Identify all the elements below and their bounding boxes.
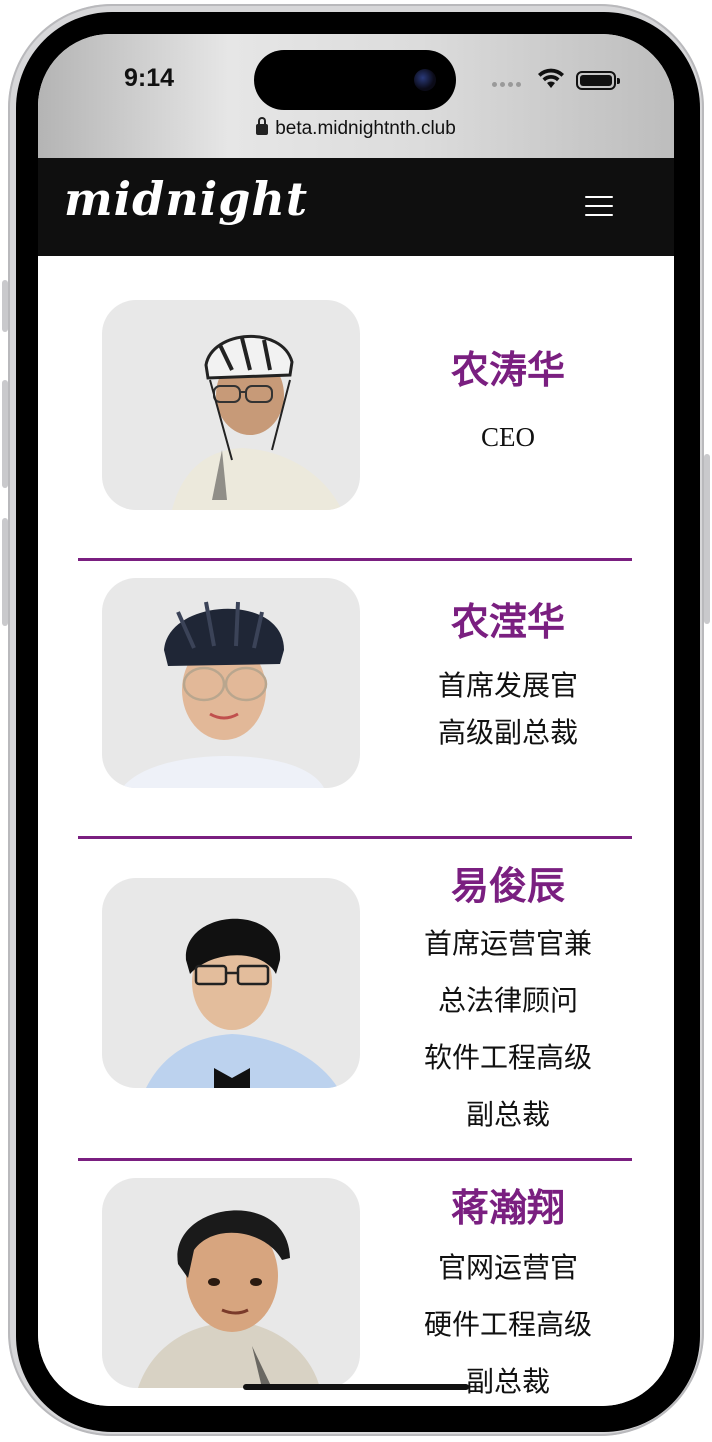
member-info: 蒋瀚翔 官网运营官 硬件工程高级 副总裁: [408, 1186, 608, 1403]
member-role: 总法律顾问: [437, 983, 578, 1017]
member-role: 首席运营官兼: [423, 926, 592, 960]
team-list: 农涛华 CEO 农滢华 首席发展官 高级副总裁 易俊辰 首席运营官兼 总法律顾问…: [38, 256, 674, 1406]
volume-down-button: [2, 518, 8, 626]
power-button: [704, 454, 710, 624]
silent-switch: [2, 280, 8, 332]
hamburger-menu-icon[interactable]: [585, 194, 613, 218]
member-role: 副总裁: [465, 1097, 550, 1131]
divider: [78, 836, 632, 839]
member-info: 易俊辰 首席运营官兼 总法律顾问 软件工程高级 副总裁: [408, 864, 608, 1136]
address-bar[interactable]: beta.midnightnth.club: [38, 117, 674, 140]
url-text: beta.midnightnth.club: [275, 118, 456, 139]
member-photo: [102, 300, 360, 510]
member-info: 农涛华 CEO: [408, 348, 608, 459]
volume-up-button: [2, 380, 8, 488]
member-name: 农涛华: [450, 348, 565, 392]
cellular-signal-icon: [492, 82, 521, 87]
wifi-icon: [538, 68, 564, 88]
member-photo: [102, 1178, 360, 1388]
phone-bezel: 9:14 beta.midnightnth.club midnight 农涛华 …: [16, 12, 700, 1432]
site-logo[interactable]: midnight: [64, 172, 308, 226]
divider: [78, 558, 632, 561]
member-photo: [102, 878, 360, 1088]
member-role: CEO: [481, 421, 535, 452]
site-navbar: midnight: [38, 158, 674, 256]
dynamic-island: [254, 50, 456, 110]
member-role: 高级副总裁: [437, 715, 578, 749]
home-indicator[interactable]: [243, 1384, 469, 1390]
status-time: 9:14: [124, 64, 175, 92]
member-role: 首席发展官: [437, 668, 578, 702]
member-role: 硬件工程高级: [423, 1307, 592, 1341]
member-role: 副总裁: [465, 1364, 550, 1398]
member-name: 农滢华: [450, 600, 565, 644]
screen: 9:14 beta.midnightnth.club midnight 农涛华 …: [38, 34, 674, 1406]
member-name: 蒋瀚翔: [450, 1186, 565, 1230]
member-name: 易俊辰: [450, 864, 565, 908]
member-photo: [102, 578, 360, 788]
divider: [78, 1158, 632, 1161]
member-role: 官网运营官: [437, 1250, 578, 1284]
status-bar: 9:14 beta.midnightnth.club: [38, 34, 674, 158]
lock-icon: [256, 117, 269, 135]
member-info: 农滢华 首席发展官 高级副总裁: [408, 600, 608, 754]
member-role: 软件工程高级: [423, 1040, 592, 1074]
battery-icon: [576, 71, 620, 90]
camera-icon: [414, 69, 436, 91]
